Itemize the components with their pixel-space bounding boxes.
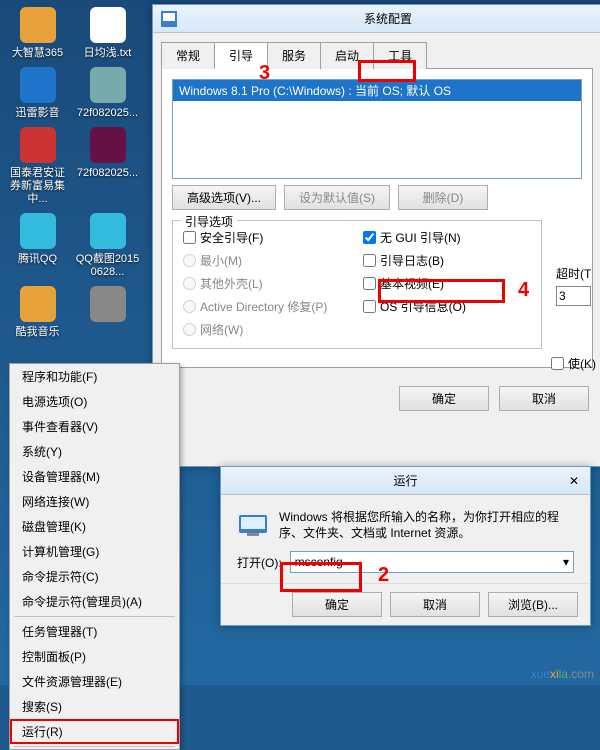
cancel-button[interactable]: 取消 (499, 386, 589, 411)
menu-item[interactable]: 事件查看器(V) (10, 414, 179, 439)
desktop-icon[interactable] (75, 284, 140, 339)
delete-button: 删除(D) (398, 185, 488, 210)
alt-shell-radio: 其他外壳(L) (183, 275, 353, 292)
desktop-icon-label: 大智慧365 (12, 47, 63, 60)
window-title: 系统配置 (183, 10, 593, 27)
tab-2[interactable]: 服务 (267, 42, 321, 69)
timeout-group: 超时(T (556, 265, 596, 306)
run-dialog: 运行 ✕ Windows 将根据您所输入的名称，为你打开相应的程序、文件夹、文档… (220, 466, 591, 626)
chevron-down-icon[interactable]: ▾ (563, 555, 569, 569)
app-icon (88, 284, 128, 324)
app-icon (88, 125, 128, 165)
network-radio: 网络(W) (183, 321, 353, 338)
menu-item[interactable]: 程序和功能(F) (10, 364, 179, 389)
desktop-icon[interactable]: QQ截图20150628... (75, 211, 140, 279)
desktop-icon-label: 酷我音乐 (16, 326, 60, 339)
no-gui-boot-checkbox[interactable]: 无 GUI 引导(N) (363, 229, 533, 246)
dialog-buttons: 确定 取消 (153, 376, 600, 421)
ad-repair-radio: Active Directory 修复(P) (183, 298, 353, 315)
boot-options-legend: 引导选项 (181, 213, 237, 230)
winx-context-menu: 程序和功能(F)电源选项(O)事件查看器(V)系统(Y)设备管理器(M)网络连接… (9, 363, 180, 750)
run-cancel-button[interactable]: 取消 (390, 592, 480, 617)
app-icon (18, 125, 58, 165)
run-open-input[interactable]: msconfig▾ (290, 551, 574, 573)
run-open-label: 打开(O): (237, 554, 282, 571)
run-ok-button[interactable]: 确定 (292, 592, 382, 617)
app-icon (88, 5, 128, 45)
desktop-icon[interactable]: 72f082025... (75, 125, 140, 206)
desktop-icon-label: 腾讯QQ (18, 253, 57, 266)
tab-1[interactable]: 引导 (214, 42, 268, 69)
minimal-radio: 最小(M) (183, 252, 353, 269)
advanced-options-button[interactable]: 高级选项(V)... (172, 185, 276, 210)
desktop-icon-label: 国泰君安证券新富易集中... (5, 167, 70, 206)
desktop-icon-label: 72f082025... (77, 167, 138, 180)
menu-item[interactable]: 运行(R) (10, 719, 179, 744)
safe-boot-checkbox[interactable]: 安全引导(F) (183, 229, 353, 246)
desktop-icon-label: 迅雷影音 (16, 107, 60, 120)
app-icon (88, 211, 128, 251)
base-video-checkbox[interactable]: 基本视频(E) (363, 275, 533, 292)
menu-item[interactable]: 控制面板(P) (10, 644, 179, 669)
desktop-icon[interactable]: 迅雷影音 (5, 65, 70, 120)
run-title: 运行 (229, 472, 582, 489)
menu-item[interactable]: 文件资源管理器(E) (10, 669, 179, 694)
menu-item[interactable]: 系统(Y) (10, 439, 179, 464)
msconfig-window: 系统配置 常规引导服务启动工具 Windows 8.1 Pro (C:\Wind… (152, 4, 600, 467)
desktop-icon[interactable]: 日均浅.txt (75, 5, 140, 60)
menu-item[interactable]: 计算机管理(G) (10, 539, 179, 564)
menu-item[interactable]: 命令提示符(C) (10, 564, 179, 589)
desktop-icon-label: QQ截图20150628... (75, 253, 140, 279)
run-browse-button[interactable]: 浏览(B)... (488, 592, 578, 617)
run-titlebar[interactable]: 运行 ✕ (221, 467, 590, 495)
menu-item[interactable]: 命令提示符(管理员)(A) (10, 589, 179, 614)
menu-item[interactable]: 任务管理器(T) (10, 619, 179, 644)
watermark: xuexila.com (531, 665, 594, 681)
tab-3[interactable]: 启动 (320, 42, 374, 69)
desktop-icons: 大智慧365 日均浅.txt 迅雷影音 72f082025... 国泰君安证券新富易集中… (5, 5, 140, 339)
desktop-icon[interactable]: 国泰君安证券新富易集中... (5, 125, 70, 206)
desktop-icon[interactable]: 大智慧365 (5, 5, 70, 60)
desktop-icon[interactable]: 腾讯QQ (5, 211, 70, 279)
menu-item[interactable]: 磁盘管理(K) (10, 514, 179, 539)
os-boot-info-checkbox[interactable]: OS 引导信息(O) (363, 298, 533, 315)
boot-entry-list[interactable]: Windows 8.1 Pro (C:\Windows) : 当前 OS; 默认… (172, 79, 582, 179)
msconfig-icon (161, 11, 177, 27)
app-icon (18, 65, 58, 105)
window-titlebar[interactable]: 系统配置 (153, 5, 600, 33)
run-description: Windows 将根据您所输入的名称，为你打开相应的程序、文件夹、文档或 Int… (279, 509, 574, 541)
boot-entry-selected[interactable]: Windows 8.1 Pro (C:\Windows) : 当前 OS; 默认… (173, 80, 581, 101)
timeout-input[interactable] (556, 286, 591, 306)
boot-buttons-row: 高级选项(V)... 设为默认值(S) 删除(D) (172, 185, 582, 210)
set-default-button: 设为默认值(S) (284, 185, 390, 210)
app-icon (88, 65, 128, 105)
menu-item[interactable]: 电源选项(O) (10, 389, 179, 414)
desktop-icon-label: 72f082025... (77, 107, 138, 120)
tab-0[interactable]: 常规 (161, 42, 215, 69)
ok-button[interactable]: 确定 (399, 386, 489, 411)
desktop-icon[interactable]: 72f082025... (75, 65, 140, 120)
desktop-icon-label: 日均浅.txt (84, 47, 132, 60)
timeout-label: 超时(T (556, 265, 596, 282)
desktop-icon[interactable]: 酷我音乐 (5, 284, 70, 339)
app-icon (18, 284, 58, 324)
menu-item[interactable]: 设备管理器(M) (10, 464, 179, 489)
menu-item[interactable]: 搜索(S) (10, 694, 179, 719)
boot-log-checkbox[interactable]: 引导日志(B) (363, 252, 533, 269)
run-icon (237, 509, 269, 541)
tab-body-boot: Windows 8.1 Pro (C:\Windows) : 当前 OS; 默认… (161, 69, 593, 368)
app-icon (18, 5, 58, 45)
boot-options-fieldset: 引导选项 安全引导(F) 无 GUI 引导(N) 最小(M) 引导日志(B) 其… (172, 220, 542, 349)
use-original-checkbox[interactable]: 使(K) (551, 355, 596, 372)
menu-item[interactable]: 网络连接(W) (10, 489, 179, 514)
tab-bar: 常规引导服务启动工具 (161, 41, 593, 69)
tab-4[interactable]: 工具 (373, 42, 427, 69)
app-icon (18, 211, 58, 251)
close-icon[interactable]: ✕ (562, 471, 586, 491)
